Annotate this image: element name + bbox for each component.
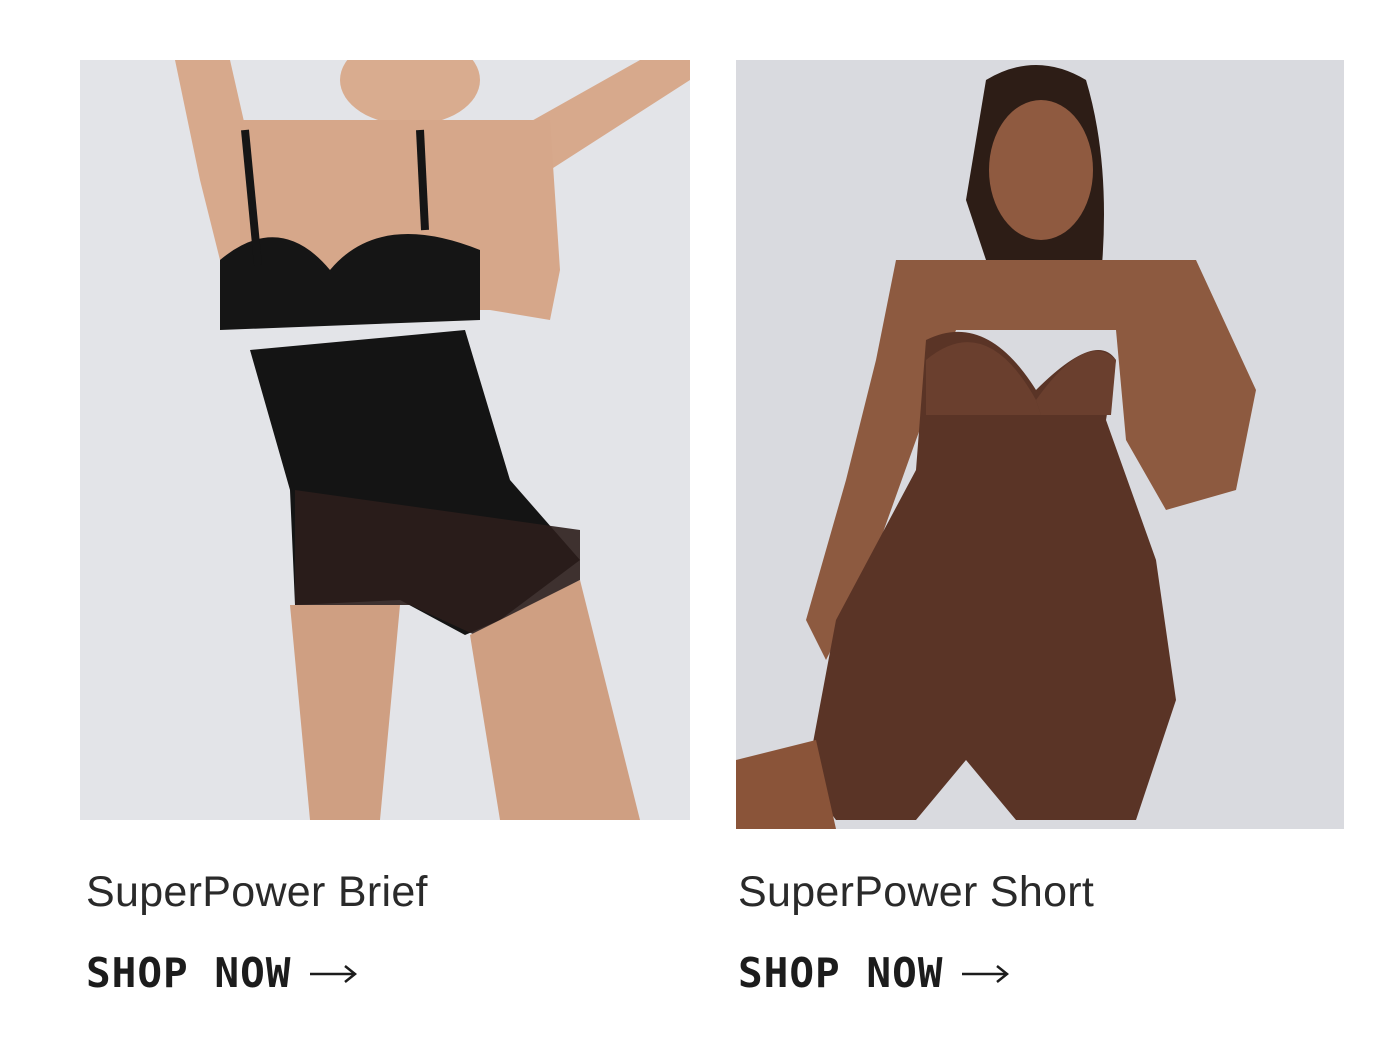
- product-title[interactable]: SuperPower Brief: [86, 871, 428, 914]
- shop-now-link[interactable]: SHOP NOW: [738, 949, 1010, 997]
- model-photo-short: [736, 60, 1344, 829]
- arrow-right-icon: [309, 964, 358, 984]
- product-title[interactable]: SuperPower Short: [738, 871, 1094, 914]
- shop-now-label: SHOP NOW: [738, 949, 944, 997]
- product-grid: SuperPower Brief SHOP NOW SuperPower Sho…: [0, 0, 1400, 1046]
- shop-now-label: SHOP NOW: [86, 949, 292, 997]
- arrow-right-icon: [961, 964, 1010, 984]
- model-photo-brief: [80, 60, 690, 820]
- product-card-brief: SuperPower Brief SHOP NOW: [80, 60, 690, 994]
- shop-now-link[interactable]: SHOP NOW: [86, 949, 358, 997]
- product-image-short[interactable]: [736, 60, 1344, 829]
- product-card-short: SuperPower Short SHOP NOW: [736, 60, 1344, 994]
- product-image-brief[interactable]: [80, 60, 690, 820]
